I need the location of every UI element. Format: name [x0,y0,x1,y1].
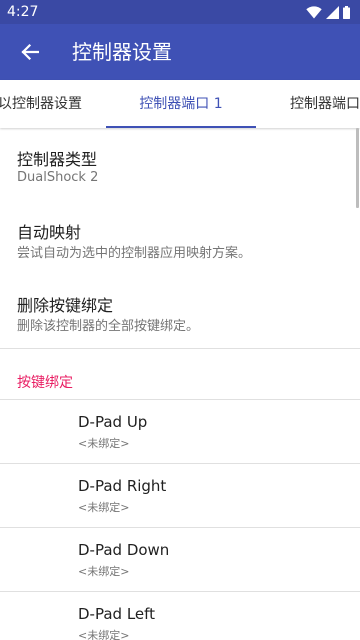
binding-title: D-Pad Left [78,605,156,623]
settings-list[interactable]: 控制器类型 DualShock 2 自动映射 尝试自动为选中的控制器应用映射方案… [0,128,360,640]
binding-item-dpad-left[interactable]: D-Pad Left <未绑定> [0,592,360,640]
pref-controller-type[interactable]: 控制器类型 DualShock 2 [0,128,360,200]
pref-title: 删除按键绑定 [17,296,114,315]
pref-summary: 删除该控制器的全部按键绑定。 [17,319,200,334]
pref-summary: 尝试自动为选中的控制器应用映射方案。 [17,246,252,261]
tab-controller-port-1[interactable]: 控制器端口 1 [106,80,256,128]
back-button[interactable] [6,28,54,76]
battery-icon [343,5,350,19]
binding-title: D-Pad Right [78,477,167,495]
tab-bar: 以控制器设置 控制器端口 1 控制器端口 [0,80,360,128]
pref-title: 控制器类型 [17,150,98,169]
status-icons [306,5,350,19]
binding-title: D-Pad Up [78,413,148,431]
page-title: 控制器设置 [72,40,172,64]
app-bar: 控制器设置 [0,24,360,80]
pref-auto-map[interactable]: 自动映射 尝试自动为选中的控制器应用映射方案。 [0,200,360,272]
binding-summary: <未绑定> [78,629,130,640]
arrow-back-icon [21,43,39,61]
binding-summary: <未绑定> [78,437,130,450]
tab-controller-port-2[interactable]: 控制器端口 [290,80,360,128]
binding-title: D-Pad Down [78,541,170,559]
status-bar: 4:27 [0,0,360,24]
divider [0,348,360,349]
status-time: 4:27 [7,4,39,20]
signal-icon [326,5,339,19]
binding-summary: <未绑定> [78,565,130,578]
wifi-icon [306,5,322,18]
binding-item-dpad-up[interactable]: D-Pad Up <未绑定> [0,400,360,464]
binding-item-dpad-down[interactable]: D-Pad Down <未绑定> [0,528,360,592]
tab-global-settings[interactable]: 以控制器设置 [0,80,82,128]
binding-item-dpad-right[interactable]: D-Pad Right <未绑定> [0,464,360,528]
pref-summary: DualShock 2 [17,170,99,185]
binding-summary: <未绑定> [78,501,130,514]
bindings-category-header: 按键绑定 [17,375,73,391]
pref-title: 自动映射 [17,223,82,242]
pref-clear-bindings[interactable]: 删除按键绑定 删除该控制器的全部按键绑定。 [0,272,360,348]
scrollbar[interactable] [356,128,359,208]
